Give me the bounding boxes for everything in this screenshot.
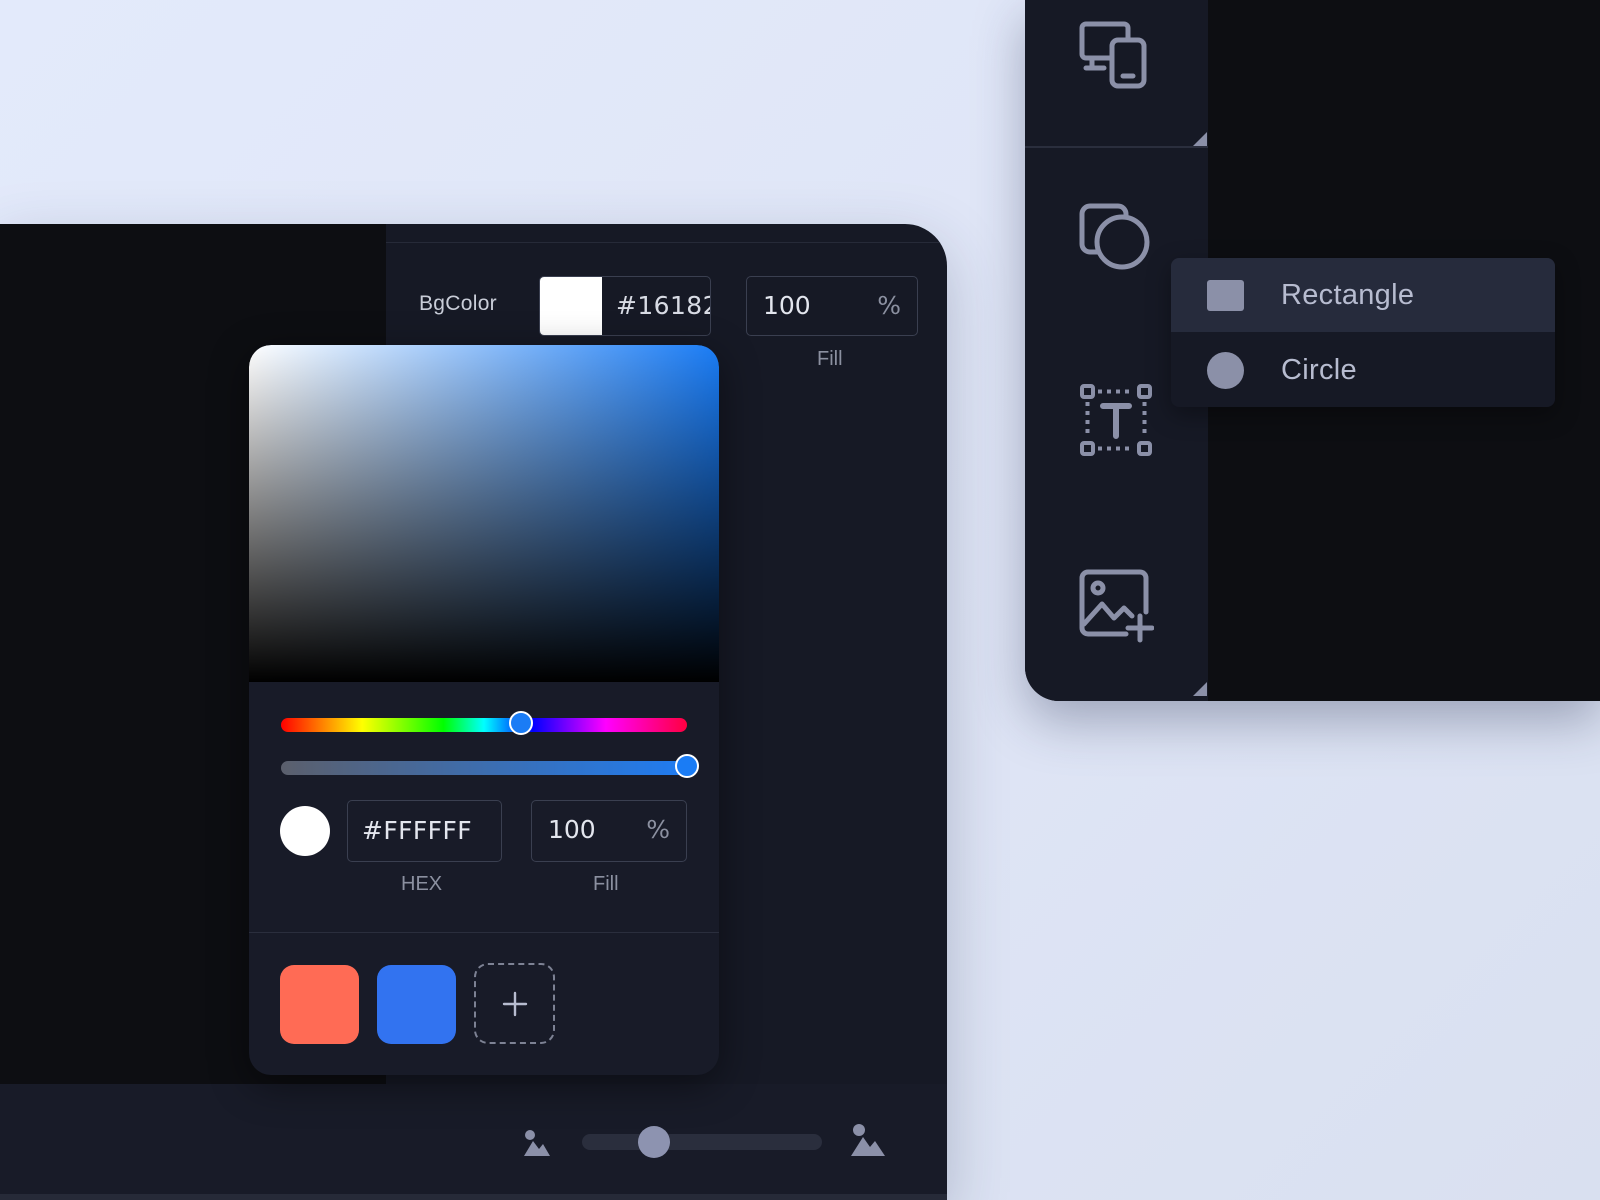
- zoom-slider[interactable]: [582, 1126, 822, 1158]
- opacity-slider-thumb[interactable]: [675, 754, 699, 778]
- menu-item-rectangle[interactable]: Rectangle: [1171, 258, 1555, 332]
- bgcolor-fill-input[interactable]: 100 %: [746, 276, 918, 336]
- hue-slider-thumb[interactable]: [508, 711, 533, 735]
- more-tools-corner[interactable]: [1193, 132, 1207, 146]
- bottom-bar: [0, 1084, 947, 1200]
- preset-swatch-blue[interactable]: [377, 965, 456, 1044]
- bgcolor-swatch[interactable]: [540, 277, 602, 335]
- bgcolor-hex-value[interactable]: #161825: [616, 291, 710, 320]
- fill-input-value[interactable]: 100: [548, 815, 596, 844]
- color-picker-popover: #FFFFFF 100 % HEX Fill: [249, 345, 719, 1075]
- opacity-slider[interactable]: [281, 754, 699, 778]
- more-tools-corner-bottom[interactable]: [1193, 682, 1207, 696]
- devices-icon[interactable]: [1078, 18, 1154, 94]
- fill-input[interactable]: 100 %: [531, 800, 687, 862]
- fill-caption: Fill: [593, 873, 619, 895]
- add-preset-button[interactable]: [474, 963, 555, 1044]
- menu-item-label: Circle: [1281, 354, 1357, 386]
- shape-menu: Rectangle Circle: [1171, 258, 1555, 407]
- plus-icon: [502, 991, 528, 1017]
- bgcolor-label: BgColor: [419, 292, 497, 315]
- menu-item-circle[interactable]: Circle: [1171, 333, 1555, 407]
- bgcolor-fill-value[interactable]: 100: [763, 291, 811, 320]
- current-color-swatch: [280, 806, 330, 856]
- zoom-slider-thumb[interactable]: [638, 1126, 670, 1158]
- hex-caption: HEX: [401, 873, 443, 895]
- image-small-icon[interactable]: [522, 1128, 552, 1158]
- hex-input[interactable]: #FFFFFF: [347, 800, 502, 862]
- bgcolor-fill-unit: %: [877, 291, 901, 320]
- preset-swatch-coral[interactable]: [280, 965, 359, 1044]
- picker-divider: [249, 932, 719, 933]
- hue-slider[interactable]: [281, 711, 687, 735]
- bottom-edge: [0, 1194, 947, 1200]
- image-large-icon[interactable]: [850, 1122, 886, 1158]
- menu-item-label: Rectangle: [1281, 279, 1415, 311]
- hex-input-value[interactable]: #FFFFFF: [362, 816, 472, 845]
- bgcolor-fill-caption: Fill: [817, 348, 843, 370]
- tool-divider: [1025, 146, 1208, 148]
- rectangle-icon: [1207, 280, 1244, 311]
- panel-divider: [386, 242, 947, 243]
- fill-input-unit: %: [646, 815, 670, 844]
- text-box-icon[interactable]: [1078, 382, 1154, 458]
- bgcolor-field[interactable]: #161825: [539, 276, 711, 336]
- saturation-value-area[interactable]: [249, 345, 719, 682]
- add-image-icon[interactable]: [1078, 568, 1154, 644]
- circle-icon: [1207, 352, 1244, 389]
- shapes-icon[interactable]: [1078, 200, 1154, 276]
